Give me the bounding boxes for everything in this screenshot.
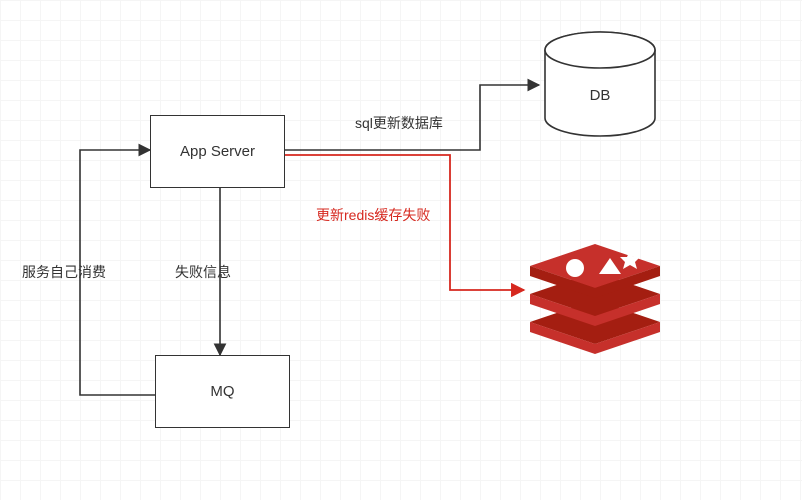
node-db-label: DB — [590, 87, 611, 104]
edge-label-to-db: sql更新数据库 — [355, 113, 443, 133]
node-app-server-label: App Server — [180, 143, 255, 160]
node-mq-label: MQ — [210, 383, 234, 400]
edge-label-to-redis: 更新redis缓存失败 — [316, 205, 430, 225]
node-mq: MQ — [155, 355, 290, 428]
redis-icon — [525, 230, 665, 355]
edge-label-mq-back: 服务自己消费 — [22, 262, 106, 282]
edge-label-to-mq: 失败信息 — [175, 262, 231, 282]
diagram-edges — [0, 0, 802, 500]
node-db: DB — [540, 30, 660, 140]
node-app-server: App Server — [150, 115, 285, 188]
